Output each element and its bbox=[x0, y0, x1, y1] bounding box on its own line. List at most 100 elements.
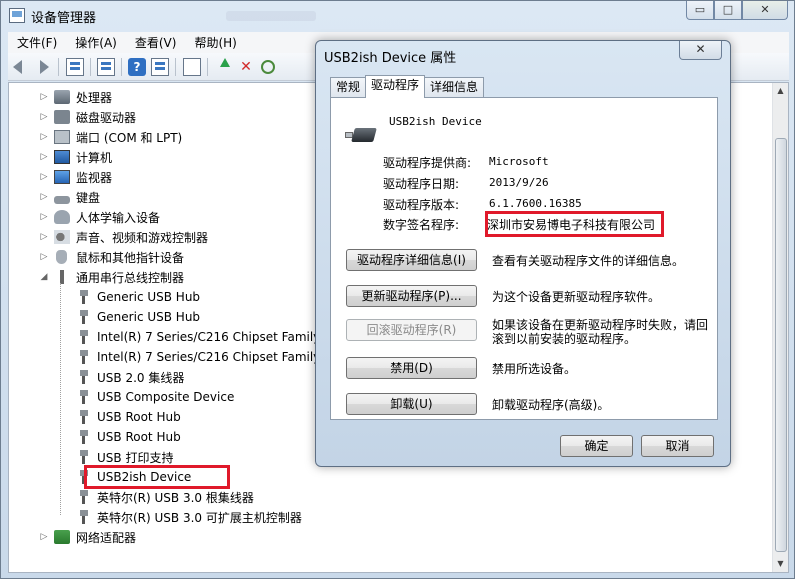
tree-category[interactable]: ▷ 网络适配器 bbox=[39, 527, 136, 547]
tree-category[interactable]: ▷ 键盘 bbox=[39, 187, 100, 207]
scan-icon[interactable] bbox=[261, 60, 275, 74]
scroll-down-icon[interactable]: ▼ bbox=[773, 556, 788, 572]
tree-category[interactable]: ▷ 监视器 bbox=[39, 167, 112, 187]
show-icon[interactable] bbox=[151, 58, 169, 76]
tree-device[interactable]: 英特尔(R) USB 3.0 根集线器 bbox=[75, 487, 254, 507]
expand-arrow-icon[interactable]: ▷ bbox=[39, 112, 49, 122]
provider-label: 驱动程序提供商: bbox=[383, 156, 472, 170]
tree-device[interactable]: Generic USB Hub bbox=[75, 287, 200, 307]
tree-device[interactable]: USB Root Hub bbox=[75, 407, 181, 427]
tree-item-label: Intel(R) 7 Series/C216 Chipset Family US… bbox=[97, 330, 349, 344]
expand-arrow-icon[interactable]: ▷ bbox=[39, 172, 49, 182]
dialog-close-button[interactable]: ✕ bbox=[679, 41, 722, 60]
tree-category[interactable]: ▷ 声音、视频和游戏控制器 bbox=[39, 227, 208, 247]
update-driver-icon[interactable] bbox=[214, 58, 232, 76]
ok-button[interactable]: 确定 bbox=[560, 435, 633, 457]
uninstall-button[interactable]: 卸载(U) bbox=[346, 393, 477, 415]
tree-device[interactable]: Generic USB Hub bbox=[75, 307, 200, 327]
sound-icon bbox=[54, 230, 70, 244]
expand-arrow-icon[interactable]: ▷ bbox=[39, 152, 49, 162]
tree-item-label: USB Root Hub bbox=[97, 430, 181, 444]
usb-device-icon bbox=[79, 330, 89, 344]
tab-general[interactable]: 常规 bbox=[330, 77, 367, 97]
tree-device[interactable]: USB Root Hub bbox=[75, 427, 181, 447]
expand-arrow-icon[interactable]: ▷ bbox=[39, 252, 49, 262]
tree-category[interactable]: ▷ 磁盘驱动器 bbox=[39, 107, 136, 127]
tree-item-label: USB 打印支持 bbox=[97, 450, 174, 465]
tree-connector bbox=[60, 283, 61, 515]
provider-value: Microsoft bbox=[489, 155, 549, 168]
properties-icon[interactable] bbox=[97, 58, 115, 76]
date-label: 驱动程序日期: bbox=[383, 177, 460, 191]
collapse-arrow-icon[interactable]: ◢ bbox=[39, 272, 49, 282]
dialog-tabs: 常规 驱动程序 详细信息 bbox=[330, 75, 485, 98]
menu-help[interactable]: 帮助(H) bbox=[185, 34, 245, 51]
tab-details[interactable]: 详细信息 bbox=[424, 77, 485, 97]
expand-arrow-icon[interactable]: ▷ bbox=[39, 132, 49, 142]
tree-category[interactable]: ▷ 处理器 bbox=[39, 87, 112, 107]
title-bar[interactable]: 设备管理器 ▭ □ ✕ bbox=[1, 1, 794, 31]
tree-item-label: Generic USB Hub bbox=[97, 310, 201, 324]
forward-icon[interactable] bbox=[34, 58, 52, 76]
tree-item-label: 声音、视频和游戏控制器 bbox=[76, 230, 209, 245]
usb-device-icon bbox=[79, 450, 89, 464]
expand-arrow-icon[interactable]: ▷ bbox=[39, 532, 49, 542]
tab-driver[interactable]: 驱动程序 bbox=[365, 75, 426, 98]
port-icon bbox=[54, 130, 70, 144]
cancel-button[interactable]: 取消 bbox=[641, 435, 714, 457]
tree-device[interactable]: Intel(R) 7 Series/C216 Chipset Family US… bbox=[75, 347, 349, 367]
tree-category[interactable]: ▷ 鼠标和其他指针设备 bbox=[39, 247, 184, 267]
hid-icon bbox=[54, 210, 70, 224]
processor-icon bbox=[54, 90, 70, 104]
dialog-title: USB2ish Device 属性 bbox=[324, 51, 457, 66]
back-icon[interactable] bbox=[12, 58, 30, 76]
update-driver-desc: 为这个设备更新驱动程序软件。 bbox=[492, 290, 661, 304]
usb-device-icon bbox=[79, 490, 89, 504]
usb-device-icon bbox=[79, 510, 89, 524]
device-manager-icon bbox=[9, 8, 25, 23]
tree-category[interactable]: ▷ 计算机 bbox=[39, 147, 112, 167]
help-icon[interactable]: ? bbox=[128, 58, 146, 76]
expand-arrow-icon[interactable]: ▷ bbox=[39, 192, 49, 202]
expand-arrow-icon[interactable]: ▷ bbox=[39, 212, 49, 222]
mouse-icon bbox=[56, 250, 67, 264]
tree-category[interactable]: ▷ 人体学输入设备 bbox=[39, 207, 160, 227]
properties-dialog: USB2ish Device 属性 ✕ 常规 驱动程序 详细信息 USB2ish… bbox=[315, 40, 731, 467]
menu-file[interactable]: 文件(F) bbox=[8, 34, 66, 51]
tree-device[interactable]: Intel(R) 7 Series/C216 Chipset Family US… bbox=[75, 327, 349, 347]
disable-button[interactable]: 禁用(D) bbox=[346, 357, 477, 379]
date-value: 2013/9/26 bbox=[489, 176, 549, 189]
maximize-button[interactable]: □ bbox=[714, 1, 742, 20]
vertical-scrollbar[interactable]: ▲ ▼ bbox=[772, 83, 788, 572]
menu-action[interactable]: 操作(A) bbox=[66, 34, 126, 51]
signer-highlight bbox=[485, 211, 664, 237]
close-button[interactable]: ✕ bbox=[742, 1, 788, 20]
tree-item-label: 通用串行总线控制器 bbox=[76, 270, 185, 285]
expand-arrow-icon[interactable]: ▷ bbox=[39, 92, 49, 102]
refresh-view-icon[interactable] bbox=[183, 58, 201, 76]
minimize-button[interactable]: ▭ bbox=[686, 1, 714, 20]
tree-item-label: 英特尔(R) USB 3.0 可扩展主机控制器 bbox=[97, 510, 302, 525]
scroll-thumb[interactable] bbox=[775, 138, 787, 552]
tree-item-label: 人体学输入设备 bbox=[76, 210, 161, 225]
tree-device[interactable]: 英特尔(R) USB 3.0 可扩展主机控制器 bbox=[75, 507, 302, 527]
view-icon[interactable] bbox=[66, 58, 84, 76]
signer-label: 数字签名程序: bbox=[383, 218, 460, 232]
window-title: 设备管理器 bbox=[31, 11, 97, 26]
version-label: 驱动程序版本: bbox=[383, 198, 460, 212]
menu-view[interactable]: 查看(V) bbox=[126, 34, 186, 51]
usb-device-icon bbox=[79, 290, 89, 304]
uninstall-icon[interactable]: ✕ bbox=[237, 58, 255, 76]
expand-arrow-icon[interactable]: ▷ bbox=[39, 232, 49, 242]
rollback-driver-button[interactable]: 回滚驱动程序(R) bbox=[346, 319, 477, 341]
driver-details-button[interactable]: 驱动程序详细信息(I) bbox=[346, 249, 477, 271]
update-driver-button[interactable]: 更新驱动程序(P)... bbox=[346, 285, 477, 307]
tree-device[interactable]: USB 2.0 集线器 bbox=[75, 367, 184, 387]
scroll-up-icon[interactable]: ▲ bbox=[773, 83, 788, 99]
tree-device[interactable]: USB 打印支持 bbox=[75, 447, 173, 467]
device-name: USB2ish Device bbox=[389, 115, 482, 128]
tree-category[interactable]: ▷ 端口 (COM 和 LPT) bbox=[39, 127, 182, 147]
usb-device-icon bbox=[79, 310, 89, 324]
usb-device-icon bbox=[79, 350, 89, 364]
tree-device[interactable]: USB Composite Device bbox=[75, 387, 234, 407]
